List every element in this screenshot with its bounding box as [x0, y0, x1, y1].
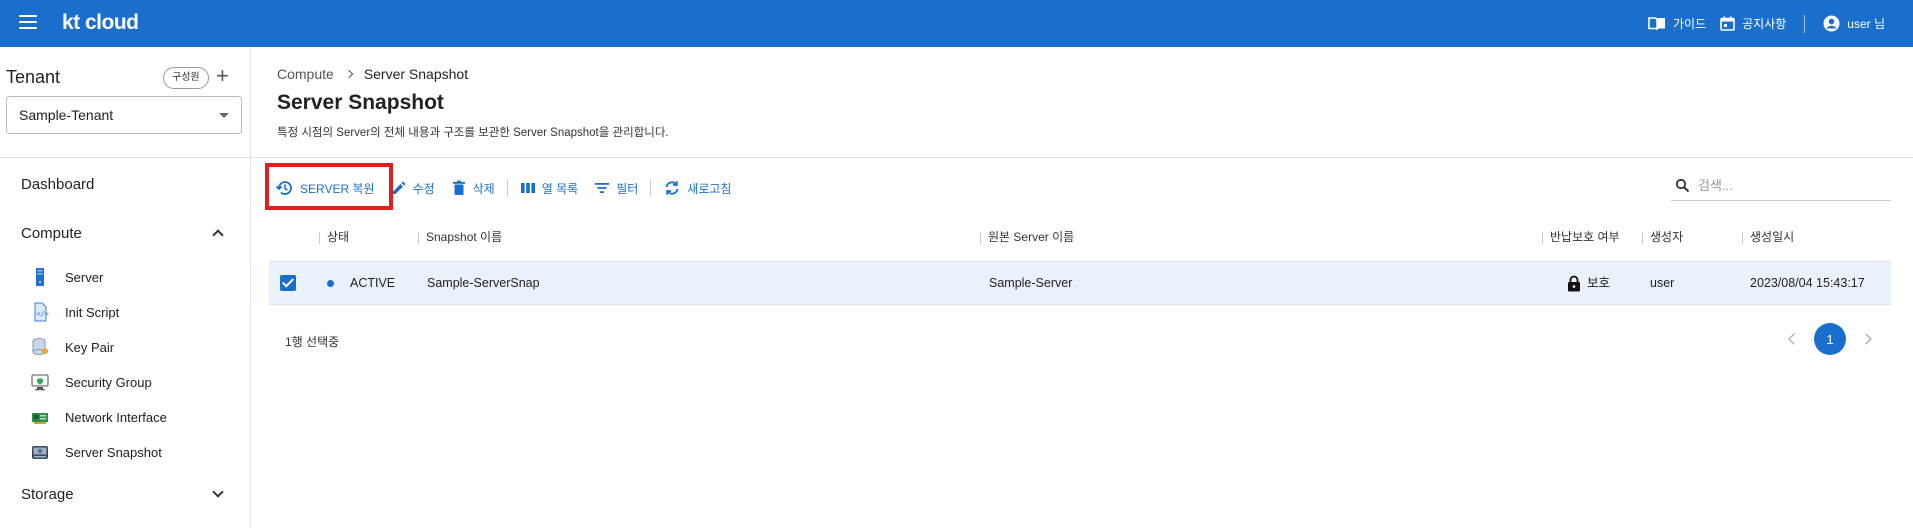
notice-label: 공지사항	[1742, 17, 1787, 31]
guide-label: 가이드	[1672, 17, 1707, 31]
source-server-cell: Sample-Server	[989, 276, 1073, 290]
refresh-label: 새로고침	[687, 181, 732, 196]
add-tenant-button[interactable]: +	[216, 64, 229, 88]
sidebar-item-init-script[interactable]: </> Init Script	[30, 302, 119, 322]
sidebar-item-server-snapshot[interactable]: Server Snapshot	[30, 442, 162, 462]
sidebar: Tenant 구성원 + Sample-Tenant Dashboard Com…	[0, 47, 251, 528]
view-column-icon	[520, 183, 535, 193]
sidebar-item-label: Network Interface	[65, 409, 167, 425]
main-content: Compute Server Snapshot Server Snapshot …	[252, 47, 1913, 528]
guide-link[interactable]: 가이드	[1648, 15, 1706, 32]
nav-divider	[1804, 14, 1806, 33]
calendar-icon	[1720, 16, 1735, 31]
status-cell: ACTIVE	[319, 262, 395, 304]
sidebar-divider	[0, 157, 250, 158]
delete-button[interactable]: 삭제	[443, 170, 503, 206]
column-header-creator[interactable]: 생성자	[1642, 219, 1683, 255]
table-header: 상태 Snapshot 이름 원본 Server 이름 반납보호 여부 생성자 …	[269, 219, 1891, 255]
toolbar-divider	[506, 179, 508, 197]
breadcrumb: Compute Server Snapshot	[277, 66, 468, 82]
column-header-created-at[interactable]: 생성일시	[1742, 219, 1794, 255]
sidebar-item-server[interactable]: Server	[30, 267, 103, 287]
filter-button[interactable]: 필터	[586, 170, 646, 206]
script-icon: </>	[34, 302, 49, 322]
chevron-left-icon[interactable]	[1788, 333, 1800, 345]
sidebar-group-storage[interactable]: Storage	[21, 486, 74, 503]
columns-button[interactable]: 열 목록	[512, 170, 586, 206]
edit-label: 수정	[412, 181, 435, 196]
server-snapshot-icon	[32, 446, 48, 459]
sidebar-item-key-pair[interactable]: Key Pair	[30, 337, 114, 357]
sidebar-item-network-interface[interactable]: Network Interface	[30, 407, 167, 427]
table-row[interactable]: ACTIVE Sample-ServerSnap Sample-Server 보…	[269, 261, 1891, 305]
key-pair-icon	[32, 338, 48, 355]
column-header-status[interactable]: 상태	[319, 219, 349, 255]
member-button[interactable]: 구성원	[163, 67, 209, 89]
trash-icon	[452, 180, 465, 195]
network-interface-icon	[32, 413, 48, 424]
top-bar: kt cloud 가이드 공지사항 user 님	[0, 0, 1913, 47]
chevron-up-icon[interactable]	[212, 229, 224, 241]
user-label: user 님	[1847, 17, 1885, 31]
page-button-current[interactable]: 1	[1814, 323, 1846, 355]
sidebar-item-dashboard[interactable]: Dashboard	[21, 176, 94, 193]
snapshot-name-cell: Sample-ServerSnap	[427, 276, 540, 290]
caret-down-icon	[219, 113, 229, 118]
status-text: ACTIVE	[350, 276, 396, 290]
sidebar-item-label: Init Script	[65, 304, 120, 320]
kt-cloud-logo[interactable]: kt cloud	[62, 11, 139, 35]
delete-label: 삭제	[472, 181, 495, 196]
row-checkbox[interactable]	[280, 275, 296, 291]
svg-text:</>: </>	[36, 310, 49, 318]
protection-text: 보호	[1587, 276, 1611, 290]
search-box[interactable]	[1671, 171, 1891, 201]
book-icon	[1648, 16, 1665, 30]
toolbar-divider	[650, 179, 652, 197]
search-input[interactable]	[1698, 178, 1878, 193]
account-icon	[1823, 15, 1840, 32]
tenant-title: Tenant	[6, 67, 61, 87]
status-dot-icon	[327, 279, 334, 287]
chevron-down-icon[interactable]	[212, 486, 224, 498]
top-nav: 가이드 공지사항 user 님	[1648, 0, 1885, 47]
refresh-button[interactable]: 새로고침	[655, 170, 739, 206]
created-at-cell: 2023/08/04 15:43:17	[1750, 276, 1865, 290]
chevron-right-icon	[344, 69, 354, 79]
sidebar-group-compute[interactable]: Compute	[21, 225, 82, 242]
sidebar-item-label: Server	[65, 269, 104, 285]
server-icon	[36, 268, 44, 286]
selection-count: 1행 선택중	[285, 335, 340, 349]
sidebar-item-label: Security Group	[65, 374, 152, 390]
security-group-icon	[31, 374, 49, 391]
sidebar-item-label: Server Snapshot	[65, 444, 162, 460]
chevron-right-icon[interactable]	[1860, 333, 1872, 345]
protection-cell: 보호	[1559, 262, 1610, 304]
column-header-source-server[interactable]: 원본 Server 이름	[980, 219, 1074, 255]
highlight-box	[265, 163, 393, 210]
creator-cell: user	[1650, 276, 1675, 290]
notice-link[interactable]: 공지사항	[1720, 15, 1786, 32]
filter-icon	[595, 183, 610, 193]
sidebar-item-security-group[interactable]: Security Group	[30, 372, 152, 392]
column-header-protection[interactable]: 반납보호 여부	[1542, 219, 1620, 255]
breadcrumb-current: Server Snapshot	[363, 66, 469, 82]
lock-icon	[1568, 275, 1580, 291]
page-title: Server Snapshot	[277, 91, 444, 114]
user-menu[interactable]: user 님	[1823, 15, 1885, 32]
menu-icon[interactable]	[19, 15, 37, 31]
column-header-snapshot-name[interactable]: Snapshot 이름	[418, 219, 502, 255]
columns-label: 열 목록	[541, 181, 579, 196]
refresh-icon	[665, 181, 679, 195]
sidebar-item-label: Key Pair	[65, 339, 115, 355]
page-description: 특정 시점의 Server의 전체 내용과 구조를 보관한 Server Sna…	[277, 127, 669, 139]
tenant-select[interactable]: Sample-Tenant	[6, 96, 242, 134]
search-icon	[1675, 178, 1690, 193]
breadcrumb-compute[interactable]: Compute	[277, 66, 334, 82]
filter-label: 필터	[616, 181, 639, 196]
pagination: 1	[1788, 323, 1872, 355]
header-divider	[252, 157, 1913, 158]
tenant-select-value: Sample-Tenant	[19, 107, 114, 123]
